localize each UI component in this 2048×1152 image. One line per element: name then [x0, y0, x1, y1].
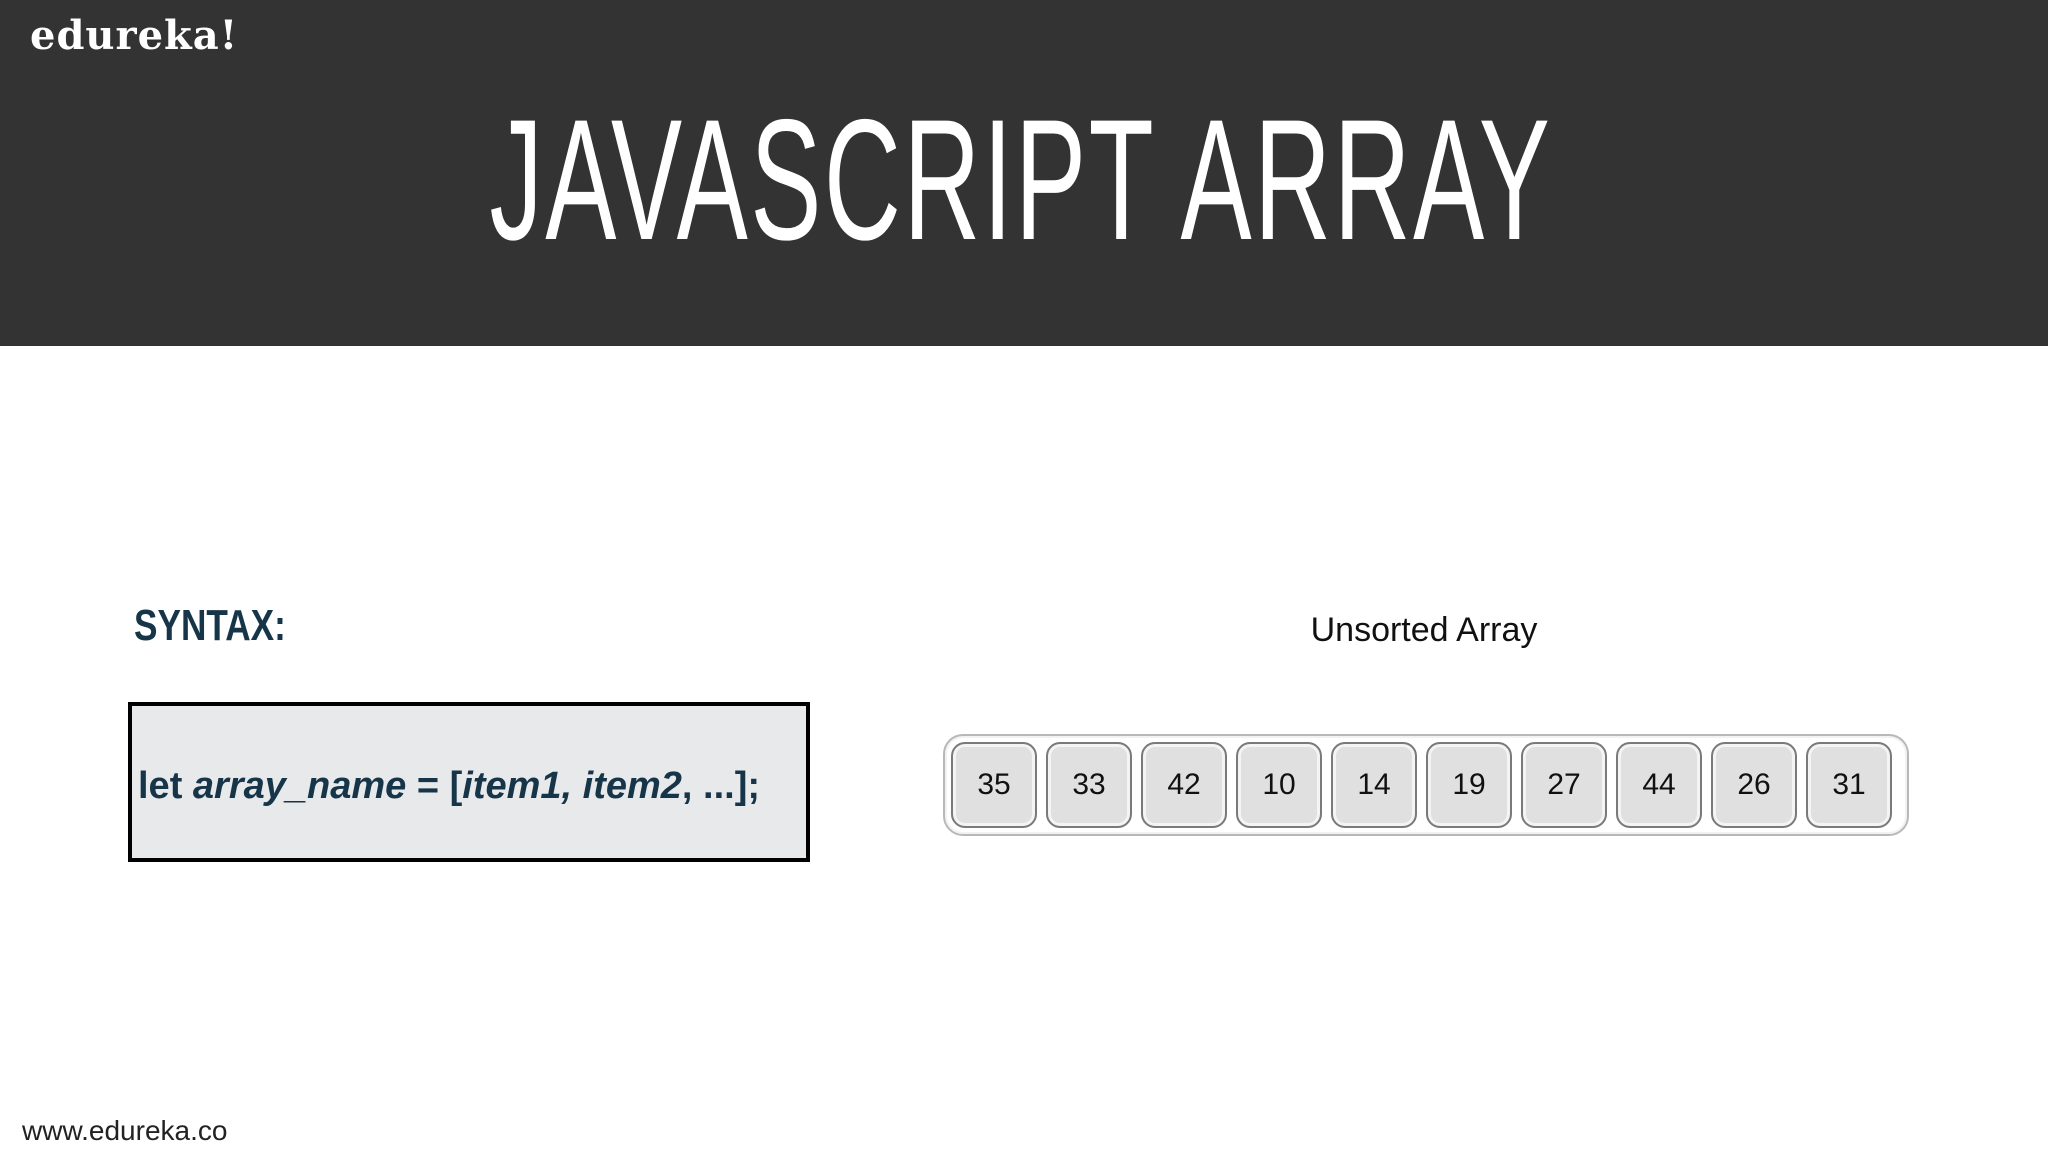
footer-url: www.edureka.co [22, 1115, 228, 1146]
syntax-code: let array_name = [item1, item2, ...]; [138, 764, 760, 808]
slide-title: JAVASCRIPT ARRAY [489, 84, 1553, 276]
array-cell: 33 [1046, 742, 1132, 828]
syntax-code-box: let array_name = [item1, item2, ...]; [128, 702, 810, 862]
array-cell: 31 [1806, 742, 1892, 828]
array-cell: 19 [1426, 742, 1512, 828]
array-cell: 26 [1711, 742, 1797, 828]
array-cell: 27 [1521, 742, 1607, 828]
code-keyword: let [138, 765, 193, 807]
array-cell: 35 [951, 742, 1037, 828]
code-assign: = [ [406, 765, 463, 807]
code-items: item1, item2 [462, 765, 682, 807]
array-cells: 35 33 42 10 14 19 27 44 26 31 [951, 742, 1892, 828]
code-variable: array_name [192, 765, 407, 807]
code-end: , ...]; [681, 765, 761, 807]
array-cell: 42 [1141, 742, 1227, 828]
array-cell: 10 [1236, 742, 1322, 828]
header-band: edureka! JAVASCRIPT ARRAY [0, 0, 2048, 346]
array-figure: 35 33 42 10 14 19 27 44 26 31 [943, 734, 1909, 836]
array-cell: 44 [1616, 742, 1702, 828]
array-cell: 14 [1331, 742, 1417, 828]
edureka-logo: edureka! [30, 12, 239, 59]
syntax-heading: SYNTAX: [134, 601, 286, 650]
array-figure-title: Unsorted Array [1310, 611, 1538, 649]
